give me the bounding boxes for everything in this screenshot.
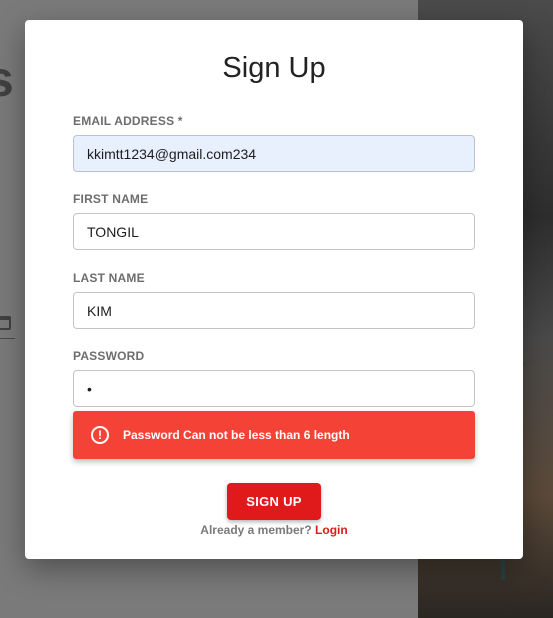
error-alert: ! Password Can not be less than 6 length bbox=[73, 411, 475, 459]
background-input-underline bbox=[0, 338, 15, 339]
email-field[interactable]: kkimtt1234@gmail.com234 bbox=[73, 135, 475, 172]
background-heading: s bbox=[0, 54, 14, 104]
modal-title: Sign Up bbox=[222, 52, 326, 84]
login-prompt: Already a member? Login bbox=[25, 523, 523, 537]
last-name-field[interactable]: KIM bbox=[73, 292, 475, 329]
alert-circle-icon: ! bbox=[91, 426, 109, 444]
alert-message: Password Can not be less than 6 length bbox=[123, 428, 350, 442]
password-field[interactable]: • bbox=[73, 370, 475, 407]
sign-up-button[interactable]: SIGN UP bbox=[227, 483, 321, 520]
first-name-label: FIRST NAME bbox=[73, 192, 149, 206]
member-prompt-text: Already a member? bbox=[200, 523, 312, 537]
last-name-label: LAST NAME bbox=[73, 271, 145, 285]
first-name-field[interactable]: TONGIL bbox=[73, 213, 475, 250]
calendar-icon bbox=[0, 316, 11, 330]
password-label: PASSWORD bbox=[73, 349, 145, 363]
signup-modal: Sign Up EMAIL ADDRESS * kkimtt1234@gmail… bbox=[25, 20, 523, 559]
login-link[interactable]: Login bbox=[315, 523, 348, 537]
email-label: EMAIL ADDRESS * bbox=[73, 114, 183, 128]
